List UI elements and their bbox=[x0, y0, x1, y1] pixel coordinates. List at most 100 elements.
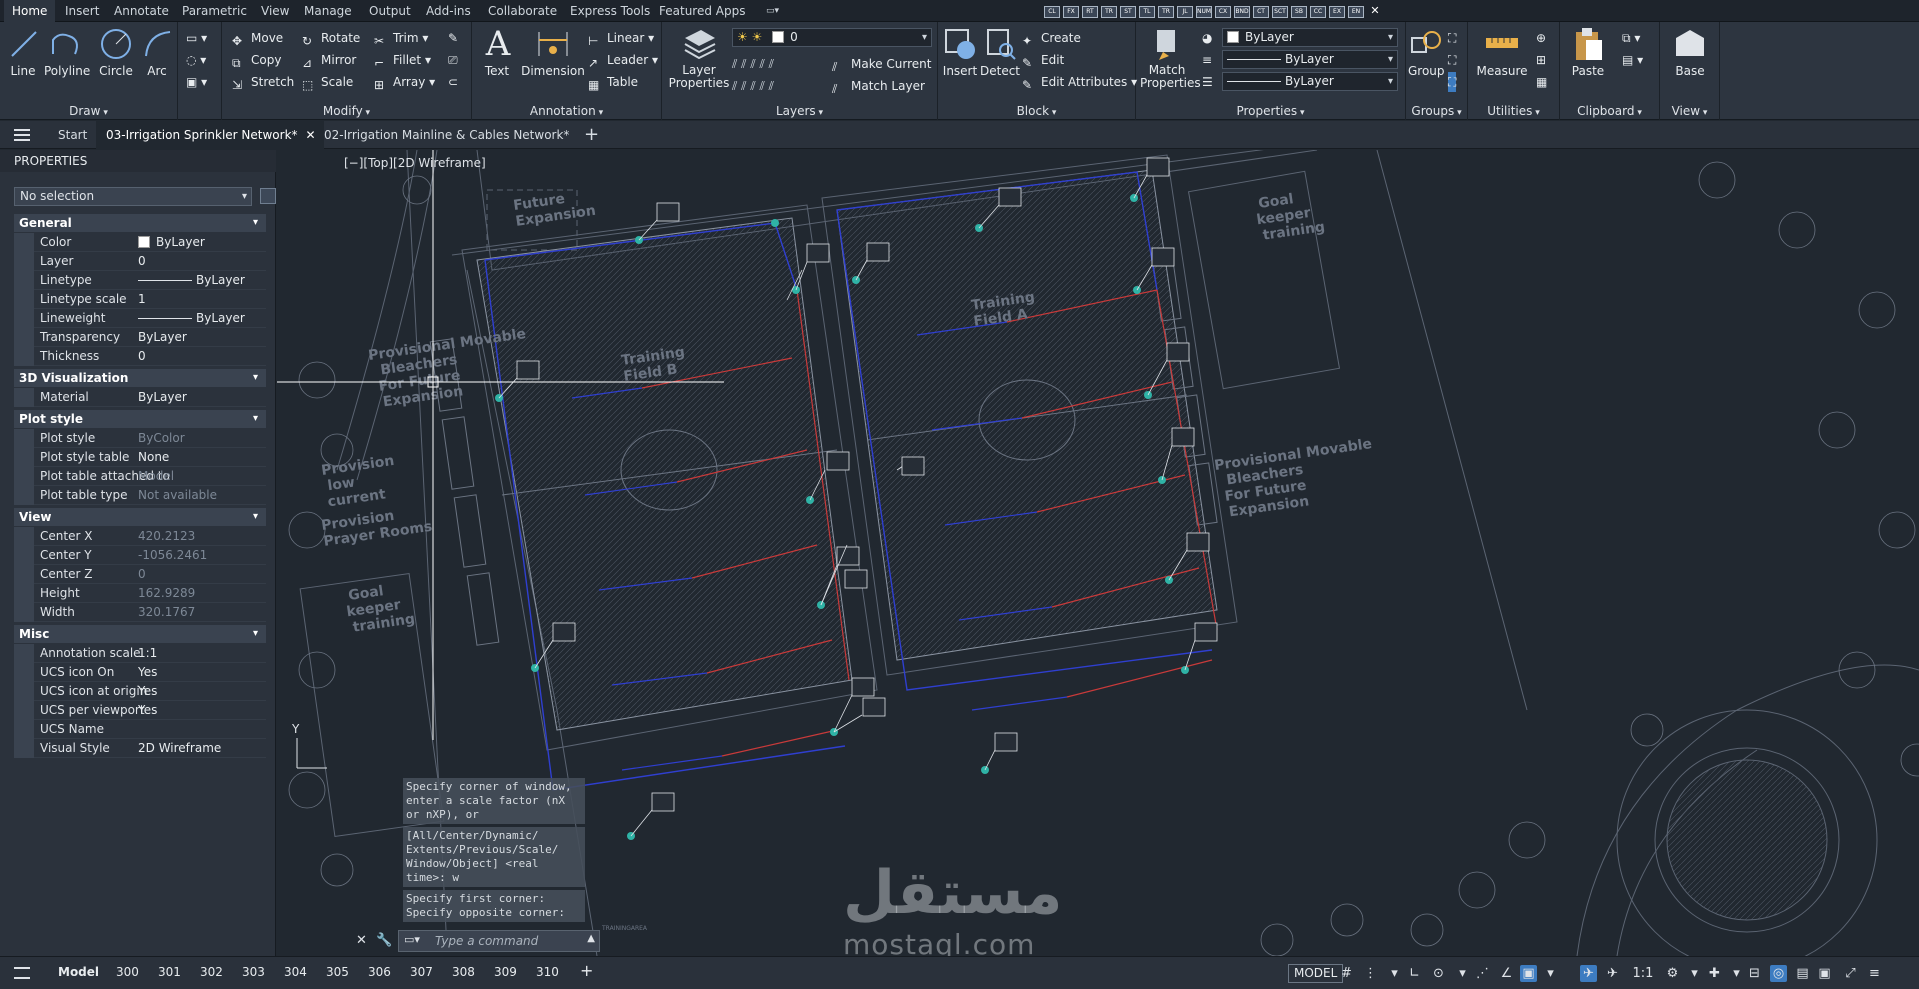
layout-tab[interactable]: 302 bbox=[200, 965, 223, 979]
prop-row[interactable]: Plot table type Not available bbox=[14, 486, 266, 505]
hatch-icon[interactable]: ◌ ▾ bbox=[186, 50, 206, 70]
group-edit-icon[interactable]: ⛶ bbox=[1448, 50, 1456, 70]
layout-tab[interactable]: 303 bbox=[242, 965, 265, 979]
prop-row[interactable]: UCS Name bbox=[14, 720, 266, 739]
rotate-button[interactable]: ↻ Rotate bbox=[302, 28, 360, 48]
qat-button[interactable]: EX bbox=[1329, 6, 1345, 18]
measure-button[interactable]: Measure bbox=[1474, 26, 1530, 78]
text-button[interactable]: A Text bbox=[480, 26, 514, 78]
tab-output[interactable]: Output bbox=[361, 0, 419, 22]
command-input[interactable] bbox=[435, 933, 585, 949]
prop-row[interactable]: Plot style table None bbox=[14, 448, 266, 467]
prop-row[interactable]: Lineweight ByLayer bbox=[14, 309, 266, 328]
add-icon[interactable]: ✚ bbox=[1706, 965, 1723, 982]
annotation-panel-title[interactable]: Annotation bbox=[472, 104, 661, 118]
block-panel-title[interactable]: Block bbox=[938, 104, 1135, 118]
ungroup-icon[interactable]: ⛶ bbox=[1448, 28, 1456, 48]
layout-tab[interactable]: 300 bbox=[116, 965, 139, 979]
qat-button[interactable]: RT bbox=[1082, 6, 1098, 18]
polyline-button[interactable]: Polyline bbox=[44, 26, 90, 78]
layout-tab[interactable]: 306 bbox=[368, 965, 391, 979]
select-all-icon[interactable]: ⊞ bbox=[1536, 50, 1546, 70]
clipboard-panel-title[interactable]: Clipboard bbox=[1560, 104, 1659, 118]
layout-tab[interactable]: 309 bbox=[494, 965, 517, 979]
qat-button[interactable]: SB bbox=[1291, 6, 1307, 18]
wrench-icon[interactable]: 🔧 bbox=[376, 933, 392, 948]
match-properties-button[interactable]: Match Properties bbox=[1140, 26, 1201, 90]
qat-button[interactable]: TR bbox=[1101, 6, 1117, 18]
color-wheel-icon[interactable]: ◕ bbox=[1202, 28, 1212, 48]
prop-row[interactable]: Width 320.1767 bbox=[14, 603, 266, 622]
view-panel-title[interactable]: View bbox=[1660, 104, 1719, 118]
paste-button[interactable]: Paste bbox=[1568, 26, 1608, 78]
category-3d-visualization[interactable]: 3D Visualization bbox=[14, 369, 266, 387]
tab-addins[interactable]: Add-ins bbox=[418, 0, 479, 22]
properties-panel-title[interactable]: Properties bbox=[1136, 104, 1405, 118]
stretch-button[interactable]: ⇲ Stretch bbox=[232, 72, 294, 92]
layout-tab[interactable]: 301 bbox=[158, 965, 181, 979]
layout-tab[interactable]: 308 bbox=[452, 965, 475, 979]
isolate-icon[interactable]: ◎ bbox=[1770, 965, 1787, 982]
grid-icon[interactable]: # bbox=[1338, 965, 1355, 982]
category-view[interactable]: View bbox=[14, 508, 266, 526]
layer-tools-row2[interactable]: ⫽ ⫽ ⫽ ⫽ ⫽ bbox=[732, 76, 774, 96]
qat-button[interactable]: CT bbox=[1253, 6, 1269, 18]
linetype-icon[interactable]: ☰ bbox=[1202, 72, 1213, 92]
qat-button[interactable]: CL bbox=[1044, 6, 1060, 18]
edit-block-button[interactable]: ✎ Edit bbox=[1022, 50, 1064, 70]
prop-row[interactable]: Height 162.9289 bbox=[14, 584, 266, 603]
offset-icon[interactable]: ⊂ bbox=[448, 72, 458, 92]
tab-view[interactable]: View bbox=[253, 0, 297, 22]
draw-panel-title[interactable]: Draw bbox=[0, 104, 177, 118]
insert-block-button[interactable]: Insert bbox=[940, 26, 980, 78]
annotation-scale[interactable]: 1:1 bbox=[1626, 965, 1660, 982]
linetype-dropdown[interactable]: ByLayer bbox=[1222, 72, 1398, 91]
mirror-button[interactable]: ⊿ Mirror bbox=[302, 50, 356, 70]
prop-row[interactable]: Center Y -1056.2461 bbox=[14, 546, 266, 565]
customize-icon[interactable]: ≡ bbox=[1866, 965, 1883, 982]
fullscreen-icon[interactable]: ⤢ bbox=[1842, 965, 1859, 982]
category-misc[interactable]: Misc bbox=[14, 625, 266, 643]
hardware-acceleration-icon[interactable]: ▤ bbox=[1794, 965, 1811, 982]
match-layer-button[interactable]: ⫽ Match Layer bbox=[832, 76, 925, 96]
make-current-button[interactable]: ⫽ Make Current bbox=[832, 54, 932, 74]
auto-scale-icon[interactable]: ✈ bbox=[1604, 965, 1621, 982]
close-icon[interactable]: ✕ bbox=[356, 933, 367, 948]
copy-button[interactable]: ⧉ Copy bbox=[232, 50, 281, 70]
new-tab-icon[interactable]: + bbox=[574, 121, 609, 149]
quick-select-icon[interactable]: ⊕ bbox=[1536, 28, 1546, 48]
edit-attributes-button[interactable]: ✎ Edit Attributes ▾ bbox=[1022, 72, 1137, 92]
gear-icon[interactable]: ⚙ bbox=[1664, 965, 1681, 982]
color-dropdown[interactable]: ByLayer bbox=[1222, 28, 1398, 47]
pencil-icon[interactable]: ✎ bbox=[448, 28, 458, 48]
lineweight-display-icon[interactable]: ∠ bbox=[1498, 965, 1515, 982]
prop-row[interactable]: Transparency ByLayer bbox=[14, 328, 266, 347]
qat-button[interactable]: BND bbox=[1234, 6, 1250, 18]
prop-row[interactable]: Layer 0 bbox=[14, 252, 266, 271]
prop-row[interactable]: Linetype scale 1 bbox=[14, 290, 266, 309]
erase-icon[interactable]: ⎚ bbox=[448, 50, 458, 70]
object-snap-icon[interactable]: ▣ bbox=[1520, 965, 1537, 982]
menu-icon[interactable] bbox=[14, 129, 30, 141]
tab-parametric[interactable]: Parametric bbox=[174, 0, 255, 22]
qat-button[interactable]: FX bbox=[1063, 6, 1079, 18]
tab-featured-apps[interactable]: Featured Apps bbox=[651, 0, 753, 22]
tab-express-tools[interactable]: Express Tools bbox=[562, 0, 658, 22]
prop-row[interactable]: Plot table attached to Model bbox=[14, 467, 266, 486]
table-button[interactable]: ▦ Table bbox=[588, 72, 638, 92]
groups-panel-title[interactable]: Groups bbox=[1406, 104, 1467, 118]
circle-button[interactable]: Circle bbox=[96, 26, 136, 78]
clipboard-icon[interactable]: ▤ ▾ bbox=[1622, 50, 1643, 70]
layer-tools-row1[interactable]: ⫽ ⫽ ⫽ ⫽ ⫽ bbox=[732, 54, 774, 74]
linear-button[interactable]: ⊢ Linear ▾ bbox=[588, 28, 654, 48]
line-button[interactable]: Line bbox=[6, 26, 40, 78]
base-button[interactable]: Base bbox=[1670, 26, 1710, 78]
isodraft-icon[interactable]: ▾ bbox=[1454, 965, 1471, 982]
qat-button[interactable]: TL bbox=[1139, 6, 1155, 18]
prop-row[interactable]: UCS icon On Yes bbox=[14, 663, 266, 682]
tab-collaborate[interactable]: Collaborate bbox=[480, 0, 565, 22]
command-prompt-icon[interactable]: ▭▾ bbox=[404, 933, 420, 946]
qat-button[interactable]: CX bbox=[1215, 6, 1231, 18]
add-layout-icon[interactable]: + bbox=[580, 961, 593, 980]
layout-tab[interactable]: 310 bbox=[536, 965, 559, 979]
